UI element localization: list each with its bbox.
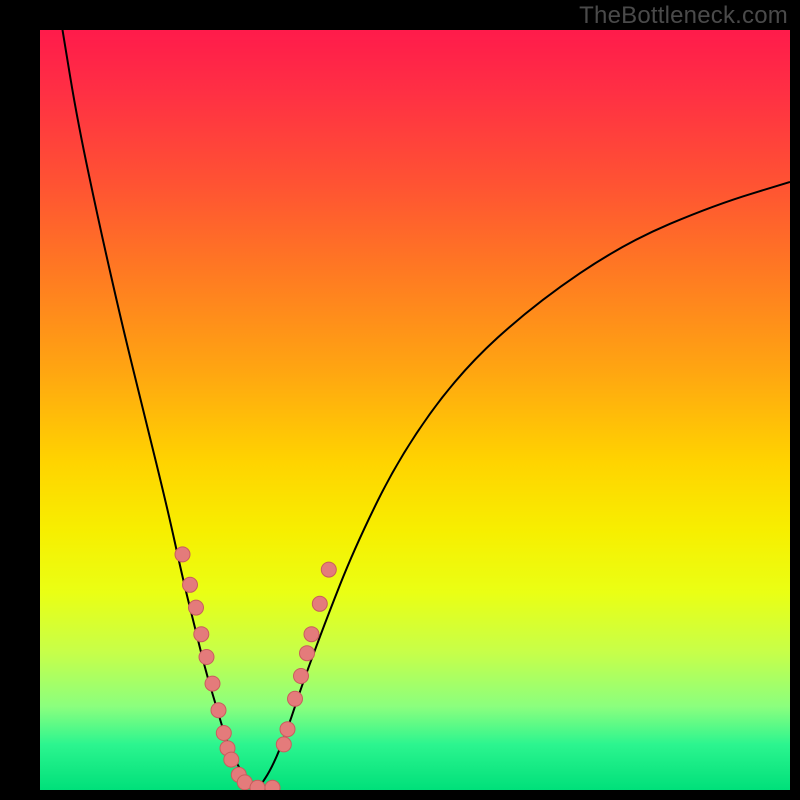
sample-dot (321, 562, 336, 577)
sample-dot (288, 691, 303, 706)
curve-right-branch (258, 182, 791, 790)
sample-dot (216, 726, 231, 741)
sample-dot (280, 722, 295, 737)
chart-frame: TheBottleneck.com (0, 0, 800, 800)
sample-dots-group (175, 547, 336, 790)
sample-dot (194, 627, 209, 642)
sample-dot (175, 547, 190, 562)
sample-dot (224, 752, 239, 767)
sample-dot (304, 627, 319, 642)
sample-dot (205, 676, 220, 691)
watermark-text: TheBottleneck.com (579, 2, 788, 30)
plot-area (40, 30, 790, 790)
sample-dot (276, 737, 291, 752)
sample-dot (294, 669, 309, 684)
sample-dot (265, 780, 280, 790)
sample-dot (300, 646, 315, 661)
curve-left-branch (63, 30, 258, 790)
curve-layer (40, 30, 790, 790)
sample-dot (199, 650, 214, 665)
sample-dot (183, 577, 198, 592)
sample-dot (250, 780, 265, 790)
sample-dot (312, 596, 327, 611)
sample-dot (211, 703, 226, 718)
sample-dot (189, 600, 204, 615)
